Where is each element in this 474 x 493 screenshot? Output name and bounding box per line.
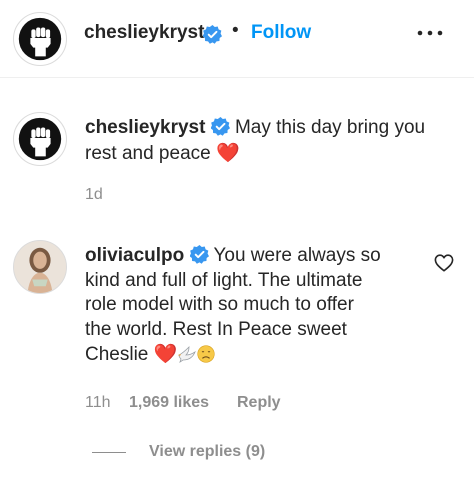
disappointed-face-emoji-icon [197,345,215,363]
separator-dot: • [232,20,239,41]
view-replies-label[interactable]: View replies (9) [149,443,265,460]
commenter-username[interactable]: oliviaculpo [85,245,184,266]
red-heart-emoji: ❤️ [153,343,178,365]
red-heart-emoji: ❤️ [215,141,240,164]
comment-line-3: role model with so much to offer [85,294,354,315]
reply-button[interactable]: Reply [237,394,281,412]
header-username[interactable]: cheslieykryst [84,22,204,44]
comment-timestamp[interactable]: 11h [85,394,111,412]
caption-timestamp[interactable]: 1d [85,186,103,204]
follow-button[interactable]: Follow [251,22,311,44]
more-options-icon[interactable] [414,23,446,43]
caption-line-1: May this day bring you [234,117,426,138]
verified-badge-icon [189,245,209,264]
like-heart-icon[interactable] [434,254,454,272]
caption-text: cheslieykryst May this day bring you res… [85,116,455,166]
comment-line-2: kind and full of light. The ultimate [85,269,363,291]
dove-emoji-icon [177,345,197,363]
post-header: cheslieykryst • Follow [0,0,474,78]
verified-badge-icon [210,117,230,136]
commenter-avatar[interactable] [13,240,67,294]
likes-text[interactable]: 1,969 likes [129,394,209,411]
comment-line-1: You were always so [213,245,381,266]
view-replies-button[interactable]: View replies (9) [149,443,265,461]
verified-badge-icon [203,25,222,44]
raised-fist-icon [18,117,62,161]
comment-line-5: Cheslie [85,344,149,365]
caption-avatar[interactable] [13,112,67,166]
comment-line-4: the world. Rest In Peace sweet [85,318,347,340]
replies-divider [92,452,126,453]
caption-line-2: rest and peace [85,142,211,164]
profile-photo [14,241,66,293]
comment-text: oliviaculpo You were always so kind and … [85,244,425,368]
caption-username[interactable]: cheslieykryst [85,117,205,138]
reply-label[interactable]: Reply [237,394,281,411]
profile-avatar[interactable] [13,12,67,66]
comment-likes-count[interactable]: 1,969 likes [129,394,209,412]
raised-fist-icon [18,17,62,61]
